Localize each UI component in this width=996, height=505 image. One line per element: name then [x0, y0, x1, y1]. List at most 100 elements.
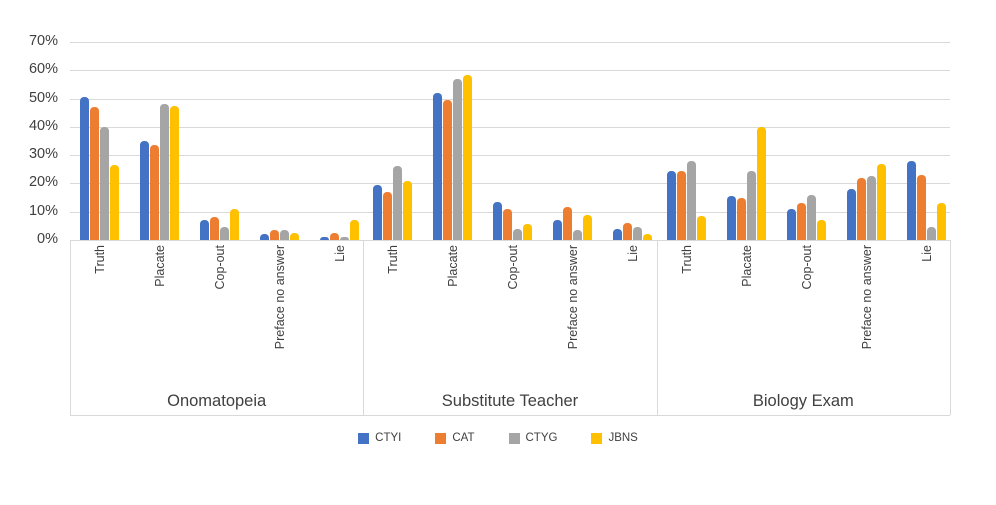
bar-cat[interactable]: [623, 223, 633, 240]
y-axis-tick-label: 0%: [37, 231, 58, 247]
legend-swatch-icon: [591, 432, 603, 444]
y-axis-tick-label: 50%: [28, 89, 58, 106]
bar-cat[interactable]: [676, 170, 686, 240]
bar-ctyg[interactable]: [806, 194, 816, 240]
bar-jbns[interactable]: [350, 220, 359, 240]
bar-jbns[interactable]: [110, 165, 119, 240]
bar-group: [726, 42, 766, 240]
bar-jbns[interactable]: [403, 180, 413, 240]
bar-group: [553, 42, 593, 240]
bar-cat[interactable]: [736, 197, 746, 240]
category-tick-label: Cop-out: [506, 245, 521, 290]
bar-jbns[interactable]: [756, 126, 766, 240]
bar-cat[interactable]: [796, 203, 806, 240]
legend-label: CAT: [452, 432, 475, 444]
category-tick-label: Cop-out: [799, 245, 814, 290]
bar-jbns[interactable]: [696, 215, 706, 240]
bar-jbns[interactable]: [463, 74, 473, 240]
bar-ctyg[interactable]: [633, 227, 643, 240]
bar-ctyg[interactable]: [220, 227, 229, 240]
bar-jbns[interactable]: [583, 214, 593, 240]
bar-jbns[interactable]: [816, 220, 826, 240]
bar-ctyi[interactable]: [666, 170, 676, 240]
bar-group: [786, 42, 826, 240]
bar-jbns[interactable]: [290, 232, 299, 240]
bar-ctyi[interactable]: [80, 97, 89, 240]
axis-baseline: [70, 240, 950, 241]
category-tick-label: Preface no answer: [273, 245, 287, 350]
bar-ctyi[interactable]: [846, 189, 856, 240]
chart-legend: CTYI CAT CTYG JBNS: [0, 432, 996, 444]
bar-jbns[interactable]: [230, 208, 239, 240]
group-label: Biology Exam: [752, 392, 854, 410]
bar-cat[interactable]: [330, 232, 339, 240]
bar-group: [260, 42, 299, 240]
bar-cat[interactable]: [270, 230, 279, 240]
bar-ctyg[interactable]: [746, 170, 756, 240]
legend-swatch-icon: [358, 432, 370, 444]
bar-ctyg[interactable]: [453, 78, 463, 240]
bar-ctyg[interactable]: [160, 104, 169, 240]
group-separator: [950, 240, 951, 415]
group-label: Onomatopeia: [167, 392, 267, 410]
category-tick-label: Preface no answer: [566, 245, 581, 350]
bar-ctyi[interactable]: [260, 234, 269, 240]
group-separator: [656, 240, 658, 415]
bar-cat[interactable]: [210, 217, 219, 240]
bar-cat[interactable]: [90, 107, 99, 240]
group-separator: [70, 240, 71, 415]
bar-group: [140, 42, 179, 240]
bar-ctyi[interactable]: [613, 228, 623, 240]
bar-jbns[interactable]: [170, 105, 179, 240]
bar-ctyg[interactable]: [686, 160, 696, 240]
bar-ctyg[interactable]: [866, 176, 876, 240]
category-tick-label: Lie: [919, 245, 934, 262]
bar-ctyi[interactable]: [140, 141, 149, 240]
bar-ctyg[interactable]: [340, 237, 349, 240]
bar-ctyi[interactable]: [493, 201, 503, 240]
bar-group: [433, 42, 473, 240]
bar-ctyi[interactable]: [433, 92, 443, 240]
category-tick-label: Placate: [739, 245, 754, 287]
y-axis-tick-label: 70%: [28, 33, 58, 49]
legend-item-jbns[interactable]: JBNS: [591, 432, 638, 444]
category-tick-label: Truth: [679, 245, 694, 274]
y-axis-tick-label: 30%: [28, 146, 58, 163]
bar-ctyi[interactable]: [906, 160, 916, 240]
category-tick-label: Lie: [333, 245, 347, 262]
y-axis-tick-label: 10%: [28, 202, 58, 219]
bar-ctyg[interactable]: [926, 227, 936, 240]
bar-ctyi[interactable]: [320, 237, 329, 240]
bar-cat[interactable]: [150, 145, 159, 240]
bar-ctyg[interactable]: [100, 126, 109, 240]
category-tick-label: Cop-out: [213, 245, 227, 290]
legend-item-ctyi[interactable]: CTYI: [358, 432, 401, 444]
bar-ctyg[interactable]: [573, 230, 583, 240]
bar-ctyg[interactable]: [513, 228, 523, 240]
bar-cat[interactable]: [916, 174, 926, 240]
bar-cat[interactable]: [856, 177, 866, 240]
bar-ctyi[interactable]: [786, 208, 796, 240]
bar-cat[interactable]: [563, 207, 573, 240]
bar-jbns[interactable]: [936, 203, 946, 240]
category-tick-label: Truth: [386, 245, 401, 274]
bar-jbns[interactable]: [523, 224, 533, 240]
bar-jbns[interactable]: [643, 234, 653, 240]
bar-ctyg[interactable]: [280, 230, 289, 240]
bar-group: [373, 42, 413, 240]
bar-cat[interactable]: [503, 208, 513, 240]
bar-group: [906, 42, 946, 240]
bar-ctyi[interactable]: [373, 184, 383, 240]
bar-group: [80, 42, 119, 240]
category-tick-label: Placate: [153, 245, 167, 287]
bar-cat[interactable]: [383, 191, 393, 240]
bar-ctyi[interactable]: [200, 220, 209, 240]
bar-ctyi[interactable]: [553, 220, 563, 240]
bar-cat[interactable]: [443, 100, 453, 240]
bar-ctyg[interactable]: [393, 166, 403, 240]
bar-jbns[interactable]: [876, 163, 886, 240]
legend-item-ctyg[interactable]: CTYG: [508, 432, 557, 444]
legend-item-cat[interactable]: CAT: [435, 432, 475, 444]
y-axis-tick-label: 60%: [28, 61, 58, 78]
bar-ctyi[interactable]: [726, 196, 736, 240]
